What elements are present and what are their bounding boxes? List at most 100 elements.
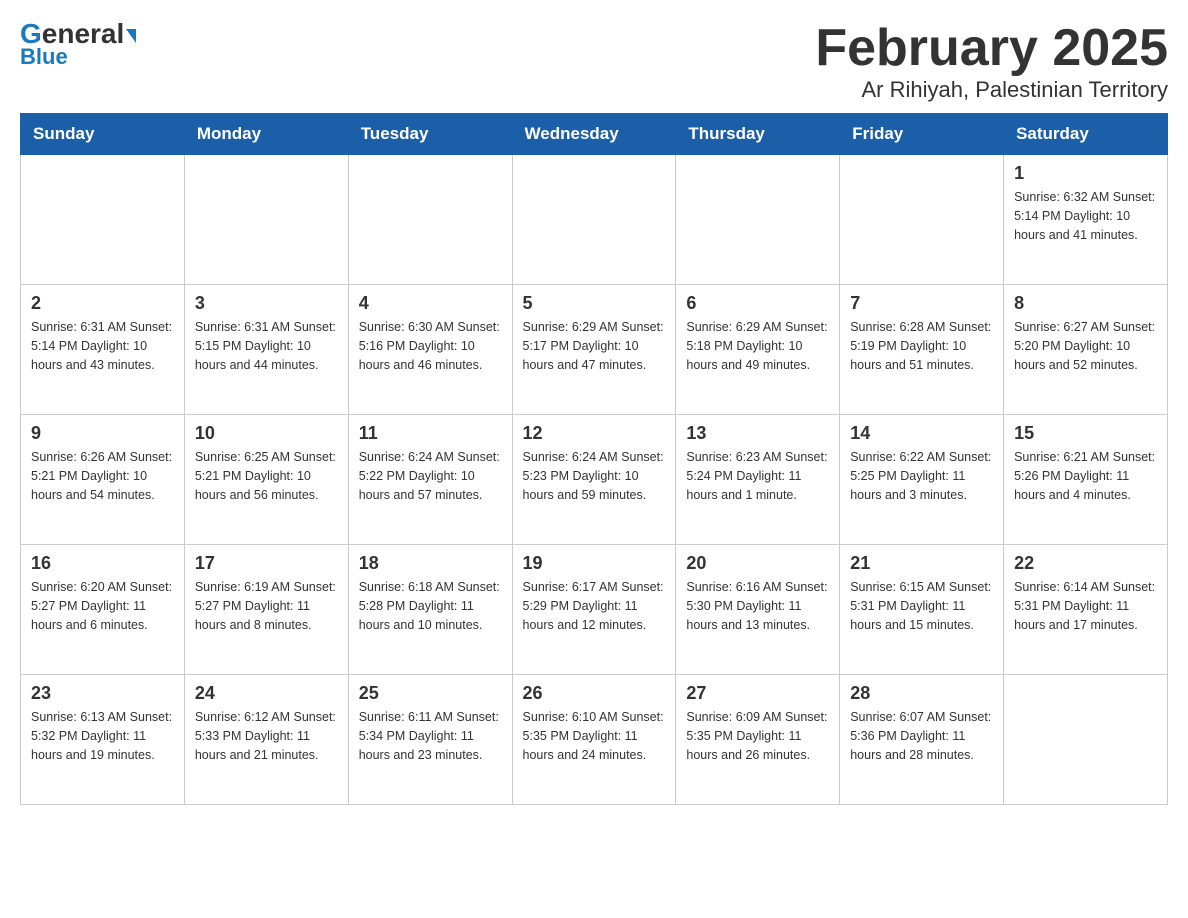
calendar-cell: 17 Sunrise: 6:19 AM Sunset: 5:27 PM Dayli…: [184, 545, 348, 675]
cell-info: Sunrise: 6:12 AM Sunset: 5:33 PM Dayligh…: [195, 708, 338, 764]
cell-info: Sunrise: 6:24 AM Sunset: 5:23 PM Dayligh…: [523, 448, 666, 504]
cell-info: Sunrise: 6:26 AM Sunset: 5:21 PM Dayligh…: [31, 448, 174, 504]
cell-info: Sunrise: 6:24 AM Sunset: 5:22 PM Dayligh…: [359, 448, 502, 504]
cell-info: Sunrise: 6:21 AM Sunset: 5:26 PM Dayligh…: [1014, 448, 1157, 504]
calendar-table: SundayMondayTuesdayWednesdayThursdayFrid…: [20, 113, 1168, 805]
cell-day-number: 19: [523, 553, 666, 574]
calendar-cell: [840, 155, 1004, 285]
cell-day-number: 21: [850, 553, 993, 574]
day-header-tuesday: Tuesday: [348, 114, 512, 155]
calendar-cell: 1Sunrise: 6:32 AM Sunset: 5:14 PM Daylig…: [1004, 155, 1168, 285]
cell-info: Sunrise: 6:22 AM Sunset: 5:25 PM Dayligh…: [850, 448, 993, 504]
calendar-cell: [184, 155, 348, 285]
cell-day-number: 7: [850, 293, 993, 314]
cell-info: Sunrise: 6:14 AM Sunset: 5:31 PM Dayligh…: [1014, 578, 1157, 634]
calendar-subtitle: Ar Rihiyah, Palestinian Territory: [815, 77, 1168, 103]
day-header-saturday: Saturday: [1004, 114, 1168, 155]
calendar-cell: [512, 155, 676, 285]
page-header: General Blue February 2025 Ar Rihiyah, P…: [20, 20, 1168, 103]
cell-day-number: 13: [686, 423, 829, 444]
cell-info: Sunrise: 6:27 AM Sunset: 5:20 PM Dayligh…: [1014, 318, 1157, 374]
cell-day-number: 16: [31, 553, 174, 574]
calendar-cell: 7 Sunrise: 6:28 AM Sunset: 5:19 PM Daylig…: [840, 285, 1004, 415]
day-header-thursday: Thursday: [676, 114, 840, 155]
calendar-cell: 26Sunrise: 6:10 AM Sunset: 5:35 PM Dayli…: [512, 675, 676, 805]
calendar-cell: 9Sunrise: 6:26 AM Sunset: 5:21 PM Daylig…: [21, 415, 185, 545]
cell-info: Sunrise: 6:13 AM Sunset: 5:32 PM Dayligh…: [31, 708, 174, 764]
cell-day-number: 25: [359, 683, 502, 704]
cell-info: Sunrise: 6:07 AM Sunset: 5:36 PM Dayligh…: [850, 708, 993, 764]
day-header-wednesday: Wednesday: [512, 114, 676, 155]
calendar-cell: [1004, 675, 1168, 805]
calendar-cell: 2 Sunrise: 6:31 AM Sunset: 5:14 PM Daylig…: [21, 285, 185, 415]
cell-info: Sunrise: 6:09 AM Sunset: 5:35 PM Dayligh…: [686, 708, 829, 764]
calendar-cell: 19 Sunrise: 6:17 AM Sunset: 5:29 PM Dayli…: [512, 545, 676, 675]
cell-day-number: 12: [523, 423, 666, 444]
calendar-week-2: 2 Sunrise: 6:31 AM Sunset: 5:14 PM Daylig…: [21, 285, 1168, 415]
cell-info: Sunrise: 6:29 AM Sunset: 5:17 PM Dayligh…: [523, 318, 666, 374]
cell-info: Sunrise: 6:25 AM Sunset: 5:21 PM Dayligh…: [195, 448, 338, 504]
cell-day-number: 18: [359, 553, 502, 574]
cell-day-number: 23: [31, 683, 174, 704]
cell-info: Sunrise: 6:19 AM Sunset: 5:27 PM Dayligh…: [195, 578, 338, 634]
calendar-week-5: 23 Sunrise: 6:13 AM Sunset: 5:32 PM Dayli…: [21, 675, 1168, 805]
calendar-cell: 22 Sunrise: 6:14 AM Sunset: 5:31 PM Dayli…: [1004, 545, 1168, 675]
cell-day-number: 27: [686, 683, 829, 704]
calendar-title: February 2025: [815, 20, 1168, 77]
cell-info: Sunrise: 6:17 AM Sunset: 5:29 PM Dayligh…: [523, 578, 666, 634]
cell-info: Sunrise: 6:31 AM Sunset: 5:15 PM Dayligh…: [195, 318, 338, 374]
logo: General Blue: [20, 20, 136, 70]
cell-day-number: 3: [195, 293, 338, 314]
cell-info: Sunrise: 6:23 AM Sunset: 5:24 PM Dayligh…: [686, 448, 829, 504]
cell-info: Sunrise: 6:28 AM Sunset: 5:19 PM Dayligh…: [850, 318, 993, 374]
calendar-cell: 12 Sunrise: 6:24 AM Sunset: 5:23 PM Dayli…: [512, 415, 676, 545]
calendar-cell: [21, 155, 185, 285]
day-header-monday: Monday: [184, 114, 348, 155]
calendar-cell: 18 Sunrise: 6:18 AM Sunset: 5:28 PM Dayli…: [348, 545, 512, 675]
cell-day-number: 8: [1014, 293, 1157, 314]
cell-info: Sunrise: 6:32 AM Sunset: 5:14 PM Dayligh…: [1014, 188, 1157, 244]
cell-info: Sunrise: 6:30 AM Sunset: 5:16 PM Dayligh…: [359, 318, 502, 374]
cell-day-number: 28: [850, 683, 993, 704]
calendar-cell: 8 Sunrise: 6:27 AM Sunset: 5:20 PM Daylig…: [1004, 285, 1168, 415]
calendar-body: 1Sunrise: 6:32 AM Sunset: 5:14 PM Daylig…: [21, 155, 1168, 805]
cell-info: Sunrise: 6:31 AM Sunset: 5:14 PM Dayligh…: [31, 318, 174, 374]
calendar-cell: 15 Sunrise: 6:21 AM Sunset: 5:26 PM Dayli…: [1004, 415, 1168, 545]
cell-info: Sunrise: 6:11 AM Sunset: 5:34 PM Dayligh…: [359, 708, 502, 764]
calendar-cell: 5 Sunrise: 6:29 AM Sunset: 5:17 PM Daylig…: [512, 285, 676, 415]
calendar-week-1: 1Sunrise: 6:32 AM Sunset: 5:14 PM Daylig…: [21, 155, 1168, 285]
calendar-cell: 27 Sunrise: 6:09 AM Sunset: 5:35 PM Dayli…: [676, 675, 840, 805]
calendar-cell: [348, 155, 512, 285]
calendar-week-4: 16 Sunrise: 6:20 AM Sunset: 5:27 PM Dayli…: [21, 545, 1168, 675]
calendar-cell: 10 Sunrise: 6:25 AM Sunset: 5:21 PM Dayli…: [184, 415, 348, 545]
calendar-cell: 24 Sunrise: 6:12 AM Sunset: 5:33 PM Dayli…: [184, 675, 348, 805]
day-header-friday: Friday: [840, 114, 1004, 155]
cell-day-number: 22: [1014, 553, 1157, 574]
cell-day-number: 2: [31, 293, 174, 314]
calendar-cell: 20 Sunrise: 6:16 AM Sunset: 5:30 PM Dayli…: [676, 545, 840, 675]
cell-info: Sunrise: 6:29 AM Sunset: 5:18 PM Dayligh…: [686, 318, 829, 374]
calendar-cell: 21Sunrise: 6:15 AM Sunset: 5:31 PM Dayli…: [840, 545, 1004, 675]
cell-day-number: 20: [686, 553, 829, 574]
calendar-cell: 23 Sunrise: 6:13 AM Sunset: 5:32 PM Dayli…: [21, 675, 185, 805]
cell-day-number: 26: [523, 683, 666, 704]
cell-info: Sunrise: 6:16 AM Sunset: 5:30 PM Dayligh…: [686, 578, 829, 634]
cell-day-number: 14: [850, 423, 993, 444]
cell-day-number: 5: [523, 293, 666, 314]
cell-info: Sunrise: 6:18 AM Sunset: 5:28 PM Dayligh…: [359, 578, 502, 634]
cell-day-number: 6: [686, 293, 829, 314]
cell-day-number: 17: [195, 553, 338, 574]
calendar-cell: 4Sunrise: 6:30 AM Sunset: 5:16 PM Daylig…: [348, 285, 512, 415]
header-row: SundayMondayTuesdayWednesdayThursdayFrid…: [21, 114, 1168, 155]
cell-day-number: 24: [195, 683, 338, 704]
cell-day-number: 15: [1014, 423, 1157, 444]
calendar-cell: 13 Sunrise: 6:23 AM Sunset: 5:24 PM Dayli…: [676, 415, 840, 545]
cell-day-number: 10: [195, 423, 338, 444]
title-block: February 2025 Ar Rihiyah, Palestinian Te…: [815, 20, 1168, 103]
cell-info: Sunrise: 6:20 AM Sunset: 5:27 PM Dayligh…: [31, 578, 174, 634]
calendar-cell: 28 Sunrise: 6:07 AM Sunset: 5:36 PM Dayli…: [840, 675, 1004, 805]
calendar-cell: 16 Sunrise: 6:20 AM Sunset: 5:27 PM Dayli…: [21, 545, 185, 675]
calendar-cell: 25 Sunrise: 6:11 AM Sunset: 5:34 PM Dayli…: [348, 675, 512, 805]
calendar-header: SundayMondayTuesdayWednesdayThursdayFrid…: [21, 114, 1168, 155]
day-header-sunday: Sunday: [21, 114, 185, 155]
